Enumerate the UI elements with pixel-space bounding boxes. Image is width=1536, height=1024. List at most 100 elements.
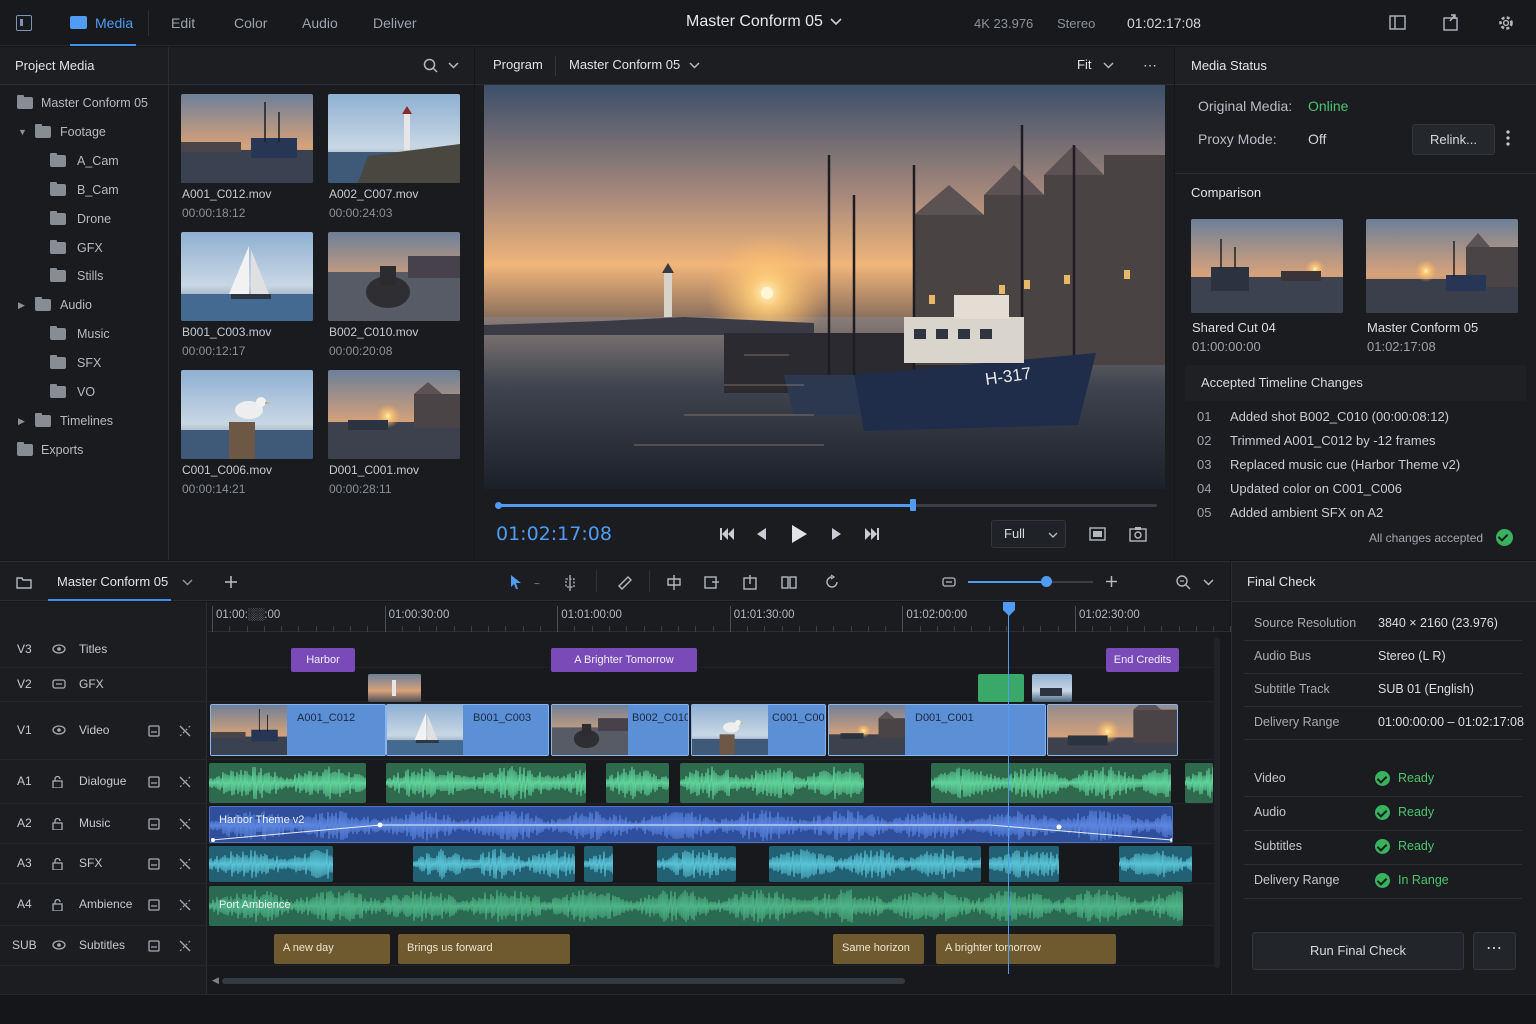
step-back-icon[interactable] xyxy=(755,527,767,541)
clip-lock-icon[interactable] xyxy=(148,818,160,830)
viewer-timeline-select[interactable]: Master Conform 05 xyxy=(569,57,680,72)
clip-lock-icon[interactable] xyxy=(148,899,160,911)
eye-icon[interactable] xyxy=(52,644,66,654)
dialogue-clip[interactable] xyxy=(931,763,1171,803)
tree-item-music[interactable]: Music xyxy=(0,324,168,344)
sfx-clip[interactable] xyxy=(1119,846,1192,882)
scrollbar-thumb[interactable] xyxy=(222,978,905,984)
video-clip[interactable]: B002_C010 xyxy=(551,704,689,756)
chevron-down-icon[interactable] xyxy=(1103,61,1114,70)
sfx-clip[interactable] xyxy=(657,846,736,882)
resolution-select[interactable]: Full xyxy=(991,520,1066,548)
sfx-clip[interactable] xyxy=(584,846,613,882)
dialogue-clip[interactable] xyxy=(606,763,669,803)
play-icon[interactable] xyxy=(790,524,808,544)
track-header-v2[interactable]: V2 GFX xyxy=(0,668,207,702)
playhead-handle[interactable] xyxy=(1003,602,1015,616)
gear-icon[interactable] xyxy=(1497,14,1515,32)
expand-arrow-icon[interactable]: ▼ xyxy=(18,122,27,142)
comparison-thumb-shared-cut[interactable] xyxy=(1191,219,1343,313)
tab-deliver[interactable]: Deliver xyxy=(373,0,417,46)
chevron-down-icon[interactable] xyxy=(830,17,842,27)
search-icon[interactable] xyxy=(423,58,438,73)
comparison-thumb-master-conform[interactable] xyxy=(1366,219,1518,313)
track-header-a2[interactable]: A2 Music xyxy=(0,804,207,844)
expand-arrow-icon[interactable]: ▶ xyxy=(18,295,25,315)
viewer-mode-label[interactable]: Program xyxy=(493,57,543,72)
track-header-a4[interactable]: A4 Ambience xyxy=(0,884,207,926)
eye-icon[interactable] xyxy=(52,940,66,950)
tree-item-stills[interactable]: Stills xyxy=(0,266,168,286)
subtitle-clip[interactable]: A new day xyxy=(274,934,390,964)
dialogue-clip[interactable] xyxy=(209,763,366,803)
loop-icon[interactable] xyxy=(824,574,840,590)
tree-item-sfx[interactable]: SFX xyxy=(0,353,168,373)
lock-icon[interactable] xyxy=(52,776,63,788)
tree-item-exports[interactable]: Exports xyxy=(0,440,168,460)
video-clip[interactable]: D001_C001 xyxy=(828,704,1046,756)
add-timeline-icon[interactable] xyxy=(224,575,238,589)
gfx-clip[interactable] xyxy=(978,674,1024,702)
skip-start-icon[interactable] xyxy=(719,527,735,541)
tree-item-timelines[interactable]: ▶ Timelines xyxy=(0,411,168,431)
step-forward-icon[interactable] xyxy=(831,527,843,541)
zoom-slider[interactable] xyxy=(968,576,1093,587)
tab-media[interactable]: Media xyxy=(70,0,136,46)
timeline-ruler[interactable]: 01:00:░░:00 01:00:30:00 01:01:00:00 01:01:3… xyxy=(208,602,1232,632)
zoom-handle[interactable] xyxy=(1040,576,1052,587)
tool-options-icon[interactable]: ~ xyxy=(534,579,540,590)
layout-icon[interactable] xyxy=(1389,15,1406,30)
zoom-in-icon[interactable] xyxy=(1105,575,1118,588)
lock-icon[interactable] xyxy=(52,899,63,911)
lock-icon[interactable] xyxy=(52,818,63,830)
gfx-clip[interactable] xyxy=(1032,674,1072,702)
subtitle-clip[interactable]: A brighter tomorrow xyxy=(936,934,1116,964)
subtitle-clip[interactable]: Same horizon xyxy=(833,934,924,964)
gfx-clip[interactable] xyxy=(368,674,421,702)
video-clip[interactable] xyxy=(1047,704,1178,756)
blade-tool-icon[interactable] xyxy=(616,574,633,591)
dialogue-clip[interactable] xyxy=(1185,763,1213,803)
track-header-v1[interactable]: V1 Video xyxy=(0,702,207,760)
chevron-down-icon[interactable] xyxy=(448,61,459,70)
clip-lock-icon[interactable] xyxy=(148,725,160,737)
media-thumbnail[interactable] xyxy=(328,232,460,321)
more-icon[interactable]: ⋯ xyxy=(1143,57,1158,74)
scrubber-track[interactable] xyxy=(495,499,1157,511)
sync-icon[interactable] xyxy=(179,858,191,870)
eye-icon[interactable] xyxy=(52,725,66,735)
tab-color[interactable]: Color xyxy=(234,0,267,46)
tree-item-a-cam[interactable]: A_Cam xyxy=(0,151,168,171)
select-tool-icon[interactable] xyxy=(509,574,523,590)
chevron-down-icon[interactable] xyxy=(689,61,700,70)
clip-lock-icon[interactable] xyxy=(148,940,160,952)
tree-item-gfx[interactable]: GFX xyxy=(0,238,168,258)
app-menu-icon[interactable] xyxy=(16,15,32,31)
eye-icon[interactable] xyxy=(52,679,66,689)
sync-icon[interactable] xyxy=(179,940,191,952)
project-title[interactable]: Master Conform 05 xyxy=(686,13,823,31)
music-clip[interactable]: Harbor Theme v2 xyxy=(209,806,1173,843)
tab-audio[interactable]: Audio xyxy=(302,0,338,46)
chevron-down-icon[interactable] xyxy=(1203,578,1214,587)
dialogue-clip[interactable] xyxy=(386,763,586,803)
snapshot-icon[interactable] xyxy=(1129,526,1147,542)
zoom-select[interactable]: Fit xyxy=(1077,57,1091,72)
media-thumbnail[interactable] xyxy=(328,94,460,183)
split-icon[interactable] xyxy=(666,574,682,591)
tree-item-footage[interactable]: ▼ Footage xyxy=(0,122,168,142)
vertical-scrollbar[interactable] xyxy=(1214,638,1220,968)
export-icon[interactable] xyxy=(1443,14,1460,31)
sfx-clip[interactable] xyxy=(769,846,981,882)
media-thumbnail[interactable] xyxy=(181,232,313,321)
dialogue-clip[interactable] xyxy=(680,763,864,803)
video-clip[interactable]: C001_C006 xyxy=(691,704,826,756)
sfx-clip[interactable] xyxy=(989,846,1059,882)
lift-icon[interactable] xyxy=(742,574,758,590)
tab-edit[interactable]: Edit xyxy=(171,0,195,46)
relink-button[interactable]: Relink... xyxy=(1412,124,1495,155)
sfx-clip[interactable] xyxy=(413,846,575,882)
clip-lock-icon[interactable] xyxy=(148,776,160,788)
media-thumbnail[interactable] xyxy=(328,370,460,459)
track-header-v3[interactable]: V3 Titles xyxy=(0,632,207,668)
